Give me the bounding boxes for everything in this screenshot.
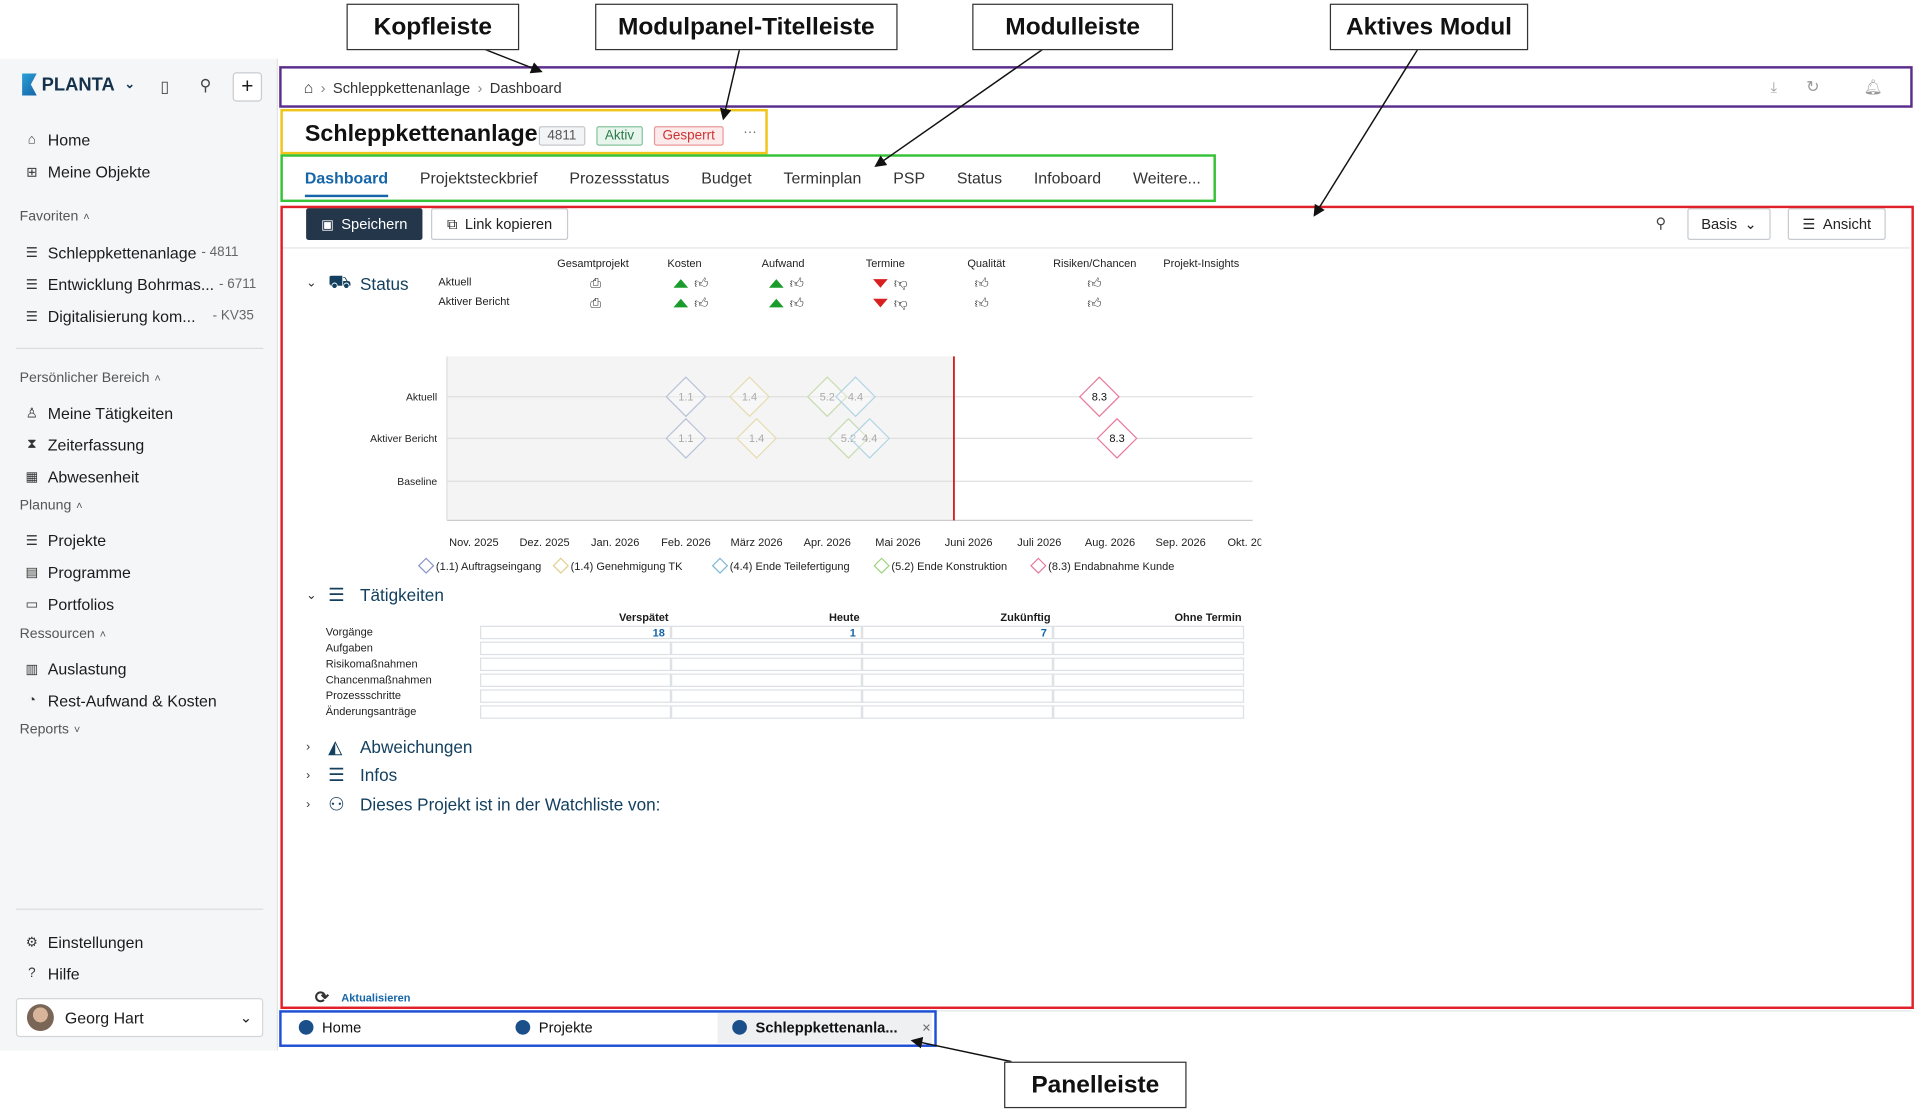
annotation-label-aktives-modul: Aktives Modul (1329, 3, 1529, 51)
arrow-panelleiste (910, 1036, 1012, 1063)
annotation-label-modulleiste: Modulleiste (972, 3, 1174, 51)
annotation-arrows (483, 48, 1419, 1063)
arrow-modulpanel (719, 48, 741, 121)
arrow-aktives-modul (1313, 48, 1419, 217)
annotation-label-kopfleiste: Kopfleiste (346, 3, 520, 51)
annotation-label-panelleiste: Panelleiste (1004, 1061, 1187, 1109)
arrow-kopfleiste (483, 48, 543, 74)
arrow-modulleiste (874, 48, 1044, 167)
annotation-label-modulpanel: Modulpanel-Titelleiste (595, 3, 898, 51)
